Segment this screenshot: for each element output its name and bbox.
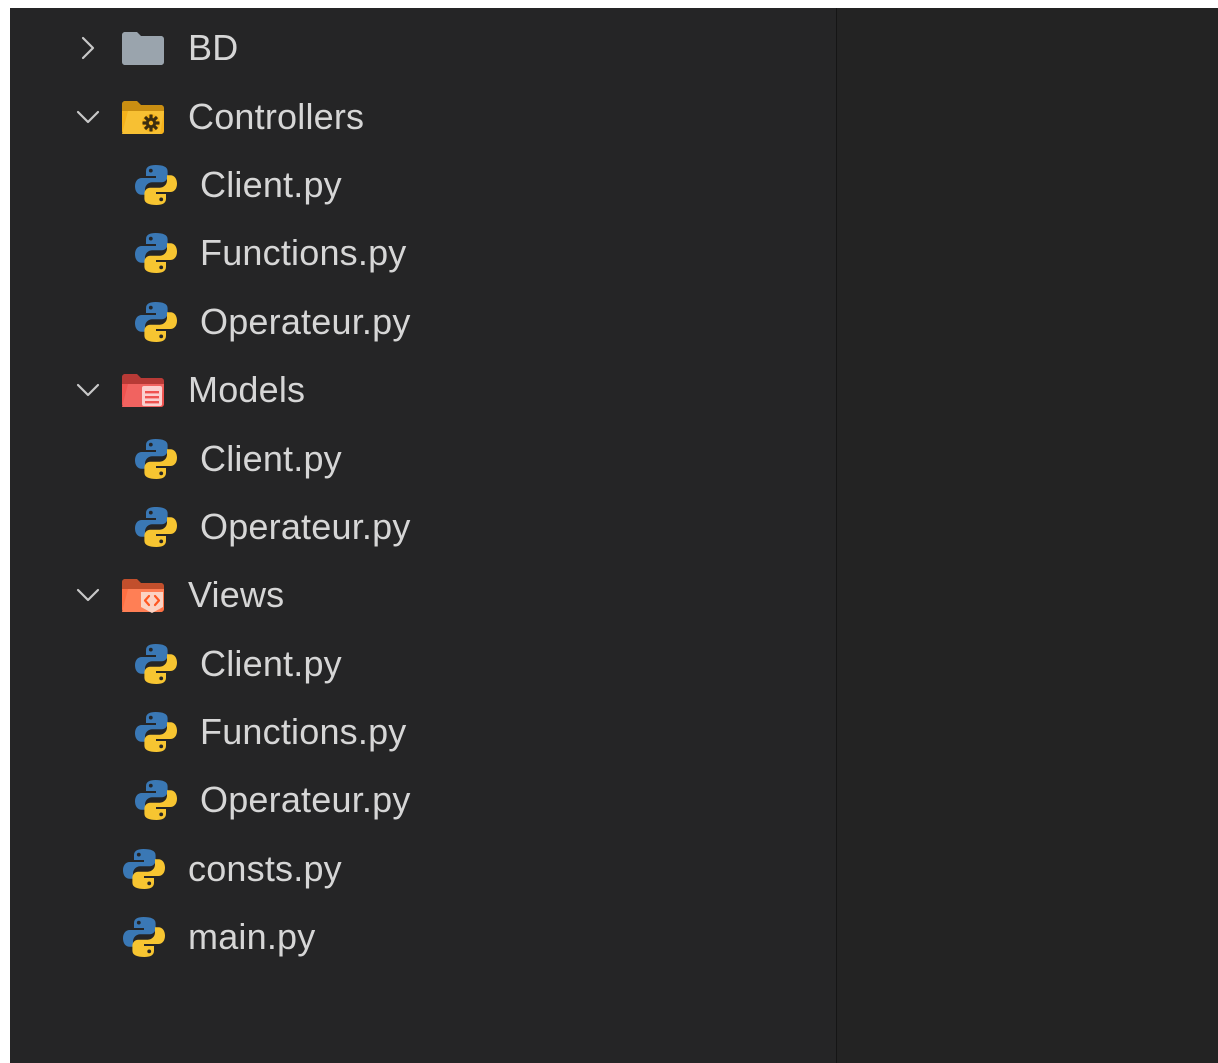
tree-file-label: Operateur.py (200, 300, 411, 342)
python-icon (134, 231, 178, 275)
python-icon (122, 847, 166, 891)
tree-file-views-client[interactable]: Client.py (10, 630, 836, 698)
folder-icon (122, 32, 164, 66)
tree-file-controllers-client[interactable]: Client.py (10, 151, 836, 219)
python-icon (134, 710, 178, 754)
tree-folder-controllers[interactable]: Controllers (10, 82, 836, 150)
python-icon (134, 505, 178, 549)
tree-file-models-operateur[interactable]: Operateur.py (10, 493, 836, 561)
chevron-right-icon[interactable] (70, 30, 106, 66)
python-icon (134, 778, 178, 822)
folder-models-icon (122, 374, 164, 408)
tree-file-label: Client.py (200, 642, 342, 684)
python-icon (134, 163, 178, 207)
tree-file-label: Functions.py (200, 711, 407, 753)
tree-file-label: Functions.py (200, 232, 407, 274)
tree-file-label: Operateur.py (200, 505, 411, 547)
python-icon (122, 915, 166, 959)
tree-folder-label: Controllers (188, 95, 365, 137)
python-icon (134, 437, 178, 481)
tree-folder-models[interactable]: Models (10, 356, 836, 424)
tree-file-label: main.py (188, 916, 316, 958)
tree-file-label: Client.py (200, 163, 342, 205)
tree-file-views-functions[interactable]: Functions.py (10, 698, 836, 766)
editor-area (837, 8, 1218, 1063)
tree-file-label: consts.py (188, 847, 342, 889)
tree-file-main[interactable]: main.py (10, 903, 836, 971)
folder-controllers-icon (122, 100, 164, 134)
tree-file-consts[interactable]: consts.py (10, 835, 836, 903)
tree-file-label: Operateur.py (200, 779, 411, 821)
tree-file-controllers-operateur[interactable]: Operateur.py (10, 288, 836, 356)
tree-file-label: Client.py (200, 437, 342, 479)
tree-folder-label: Views (188, 574, 285, 616)
python-icon (134, 300, 178, 344)
chevron-down-icon[interactable] (70, 99, 106, 135)
tree-folder-bd[interactable]: BD (10, 14, 836, 82)
tree-file-models-client[interactable]: Client.py (10, 424, 836, 492)
file-tree: BD Controllers Client.py Functions.py Op… (10, 14, 836, 971)
chevron-down-icon[interactable] (70, 577, 106, 613)
tree-folder-label: BD (188, 27, 239, 69)
tree-file-controllers-functions[interactable]: Functions.py (10, 219, 836, 287)
tree-folder-label: Models (188, 369, 306, 411)
python-icon (134, 642, 178, 686)
tree-folder-views[interactable]: Views (10, 561, 836, 629)
folder-views-icon (122, 579, 164, 614)
chevron-down-icon[interactable] (70, 372, 106, 408)
tree-file-views-operateur[interactable]: Operateur.py (10, 766, 836, 834)
vscode-window: BD Controllers Client.py Functions.py Op… (10, 8, 1218, 1063)
file-explorer: BD Controllers Client.py Functions.py Op… (10, 8, 836, 1063)
